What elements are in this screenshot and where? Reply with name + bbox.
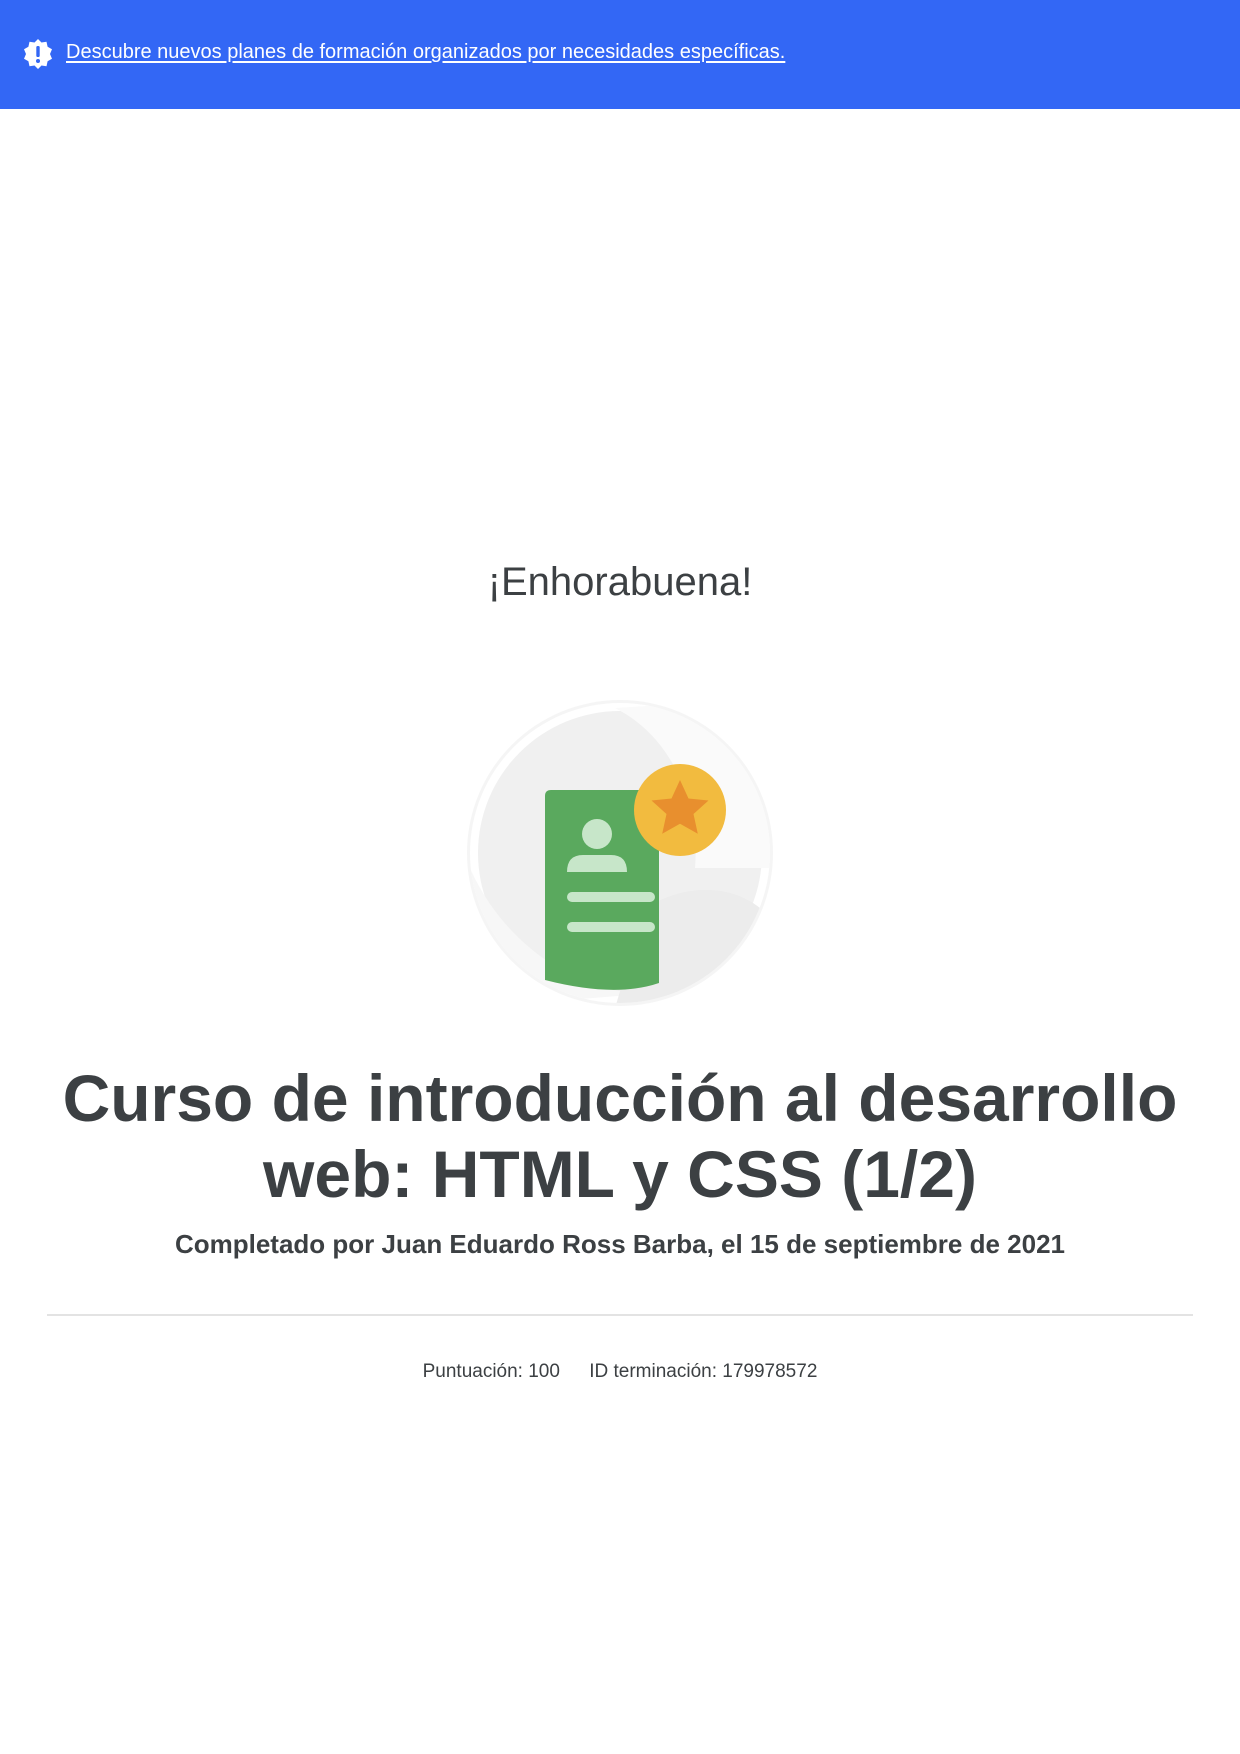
completion-id-text: ID terminación: 179978572 bbox=[589, 1361, 818, 1382]
training-plans-link[interactable]: Descubre nuevos planes de formación orga… bbox=[66, 41, 785, 64]
course-title: Curso de introducción al desarrollo web:… bbox=[62, 1061, 1178, 1211]
certificate-star-icon bbox=[467, 700, 773, 1006]
certificate-page: Descubre nuevos planes de formación orga… bbox=[0, 0, 1240, 1754]
alert-badge-icon bbox=[24, 39, 52, 69]
promo-banner: Descubre nuevos planes de formación orga… bbox=[0, 0, 1240, 109]
congrats-heading: ¡Enhorabuena! bbox=[487, 560, 753, 604]
certificate-meta: Puntuación: 100 ID terminación: 17997857… bbox=[0, 1361, 1240, 1383]
completion-info: Completado por Juan Eduardo Ross Barba, … bbox=[174, 1229, 1066, 1259]
divider bbox=[47, 1314, 1193, 1316]
score-text: Puntuación: 100 bbox=[422, 1361, 560, 1382]
